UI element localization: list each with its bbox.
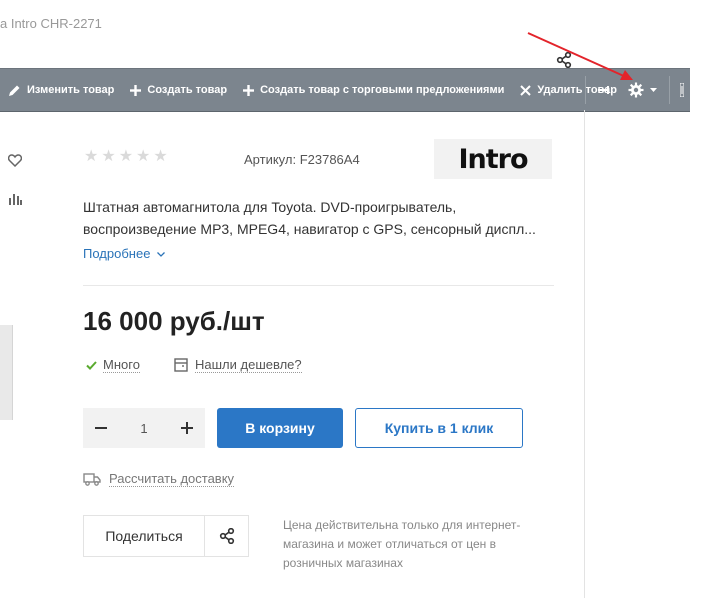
check-icon bbox=[86, 360, 97, 370]
plus-icon bbox=[180, 422, 193, 434]
decrease-quantity-button[interactable] bbox=[83, 408, 119, 448]
pencil-icon bbox=[9, 85, 20, 96]
pin-icon bbox=[598, 86, 609, 94]
gear-icon bbox=[628, 82, 644, 98]
create-product-label: Создать товар bbox=[147, 84, 228, 96]
stock-label[interactable]: Много bbox=[103, 357, 140, 373]
star-icon[interactable]: ★ bbox=[153, 149, 167, 165]
calculate-delivery-link[interactable]: Рассчитать доставку bbox=[83, 471, 235, 487]
section-divider bbox=[83, 285, 554, 286]
stock-status: Много bbox=[86, 357, 140, 373]
pin-toolbar-button[interactable] bbox=[590, 69, 620, 111]
add-to-cart-button[interactable]: В корзину bbox=[217, 408, 343, 448]
plus-icon bbox=[243, 84, 255, 96]
star-icon[interactable]: ★ bbox=[101, 149, 115, 165]
description-line: воспроизведение MP3, MPEG4, навигатор с … bbox=[83, 221, 536, 237]
truck-icon bbox=[83, 472, 101, 486]
product-description: Штатная автомагнитола для Toyota. DVD-пр… bbox=[83, 196, 553, 240]
edit-product-button[interactable]: Изменить товар bbox=[0, 69, 122, 111]
price-note: Цена действительна только для интернет-м… bbox=[283, 518, 521, 570]
star-icon[interactable]: ★ bbox=[119, 149, 133, 165]
create-product-offers-button[interactable]: Создать товар с торговыми предложениями bbox=[235, 69, 512, 111]
quantity-input[interactable]: 1 bbox=[140, 421, 147, 436]
create-product-button[interactable]: Создать товар bbox=[122, 69, 235, 111]
toolbar-divider bbox=[669, 76, 670, 104]
heart-icon[interactable] bbox=[8, 154, 22, 167]
brand-logo-text: Intro bbox=[458, 143, 528, 175]
calculate-delivery-label: Рассчитать доставку bbox=[109, 471, 235, 487]
share-button[interactable]: Поделиться bbox=[84, 528, 204, 544]
toolbar-drag-handle[interactable] bbox=[674, 69, 690, 111]
one-click-buy-button[interactable]: Купить в 1 клик bbox=[355, 408, 523, 448]
quantity-stepper: 1 bbox=[83, 408, 205, 448]
edit-product-label: Изменить товар bbox=[27, 84, 115, 96]
share-control: Поделиться bbox=[83, 515, 249, 557]
plus-icon bbox=[130, 84, 142, 96]
toolbar-divider bbox=[585, 76, 586, 104]
chevron-down-icon bbox=[650, 87, 657, 92]
close-icon bbox=[520, 84, 532, 96]
found-cheaper-link[interactable]: Нашли дешевле? bbox=[174, 357, 302, 373]
grip-icon bbox=[680, 83, 684, 97]
star-icon[interactable]: ★ bbox=[84, 149, 98, 165]
more-label: Подробнее bbox=[83, 246, 151, 261]
price-tag-icon bbox=[174, 358, 188, 372]
found-cheaper-label: Нашли дешевле? bbox=[195, 357, 302, 373]
settings-button[interactable] bbox=[620, 69, 665, 111]
brand-logo[interactable]: Intro bbox=[434, 139, 552, 179]
rating-stars[interactable]: ★ ★ ★ ★ ★ bbox=[84, 149, 168, 165]
share-icon-button[interactable] bbox=[205, 528, 248, 544]
description-line: Штатная автомагнитола для Toyota. DVD-пр… bbox=[83, 199, 457, 215]
increase-quantity-button[interactable] bbox=[169, 408, 205, 448]
more-link[interactable]: Подробнее bbox=[83, 246, 166, 261]
share-icon bbox=[219, 528, 234, 544]
product-price: 16 000 руб./шт bbox=[83, 306, 265, 336]
create-product-offers-label: Создать товар с торговыми предложениями bbox=[260, 84, 505, 96]
chevron-down-icon bbox=[157, 252, 166, 257]
star-icon[interactable]: ★ bbox=[136, 149, 150, 165]
share-icon[interactable] bbox=[556, 52, 572, 68]
admin-toolbar: Изменить товар Создать товар Создать тов… bbox=[0, 68, 690, 112]
minus-icon bbox=[95, 427, 107, 429]
compare-icon[interactable] bbox=[8, 193, 22, 205]
column-divider bbox=[584, 110, 585, 598]
product-image[interactable] bbox=[0, 325, 13, 420]
breadcrumb[interactable]: a Intro CHR-2271 bbox=[0, 16, 102, 31]
product-sku: Артикул: F23786A4 bbox=[244, 152, 360, 167]
